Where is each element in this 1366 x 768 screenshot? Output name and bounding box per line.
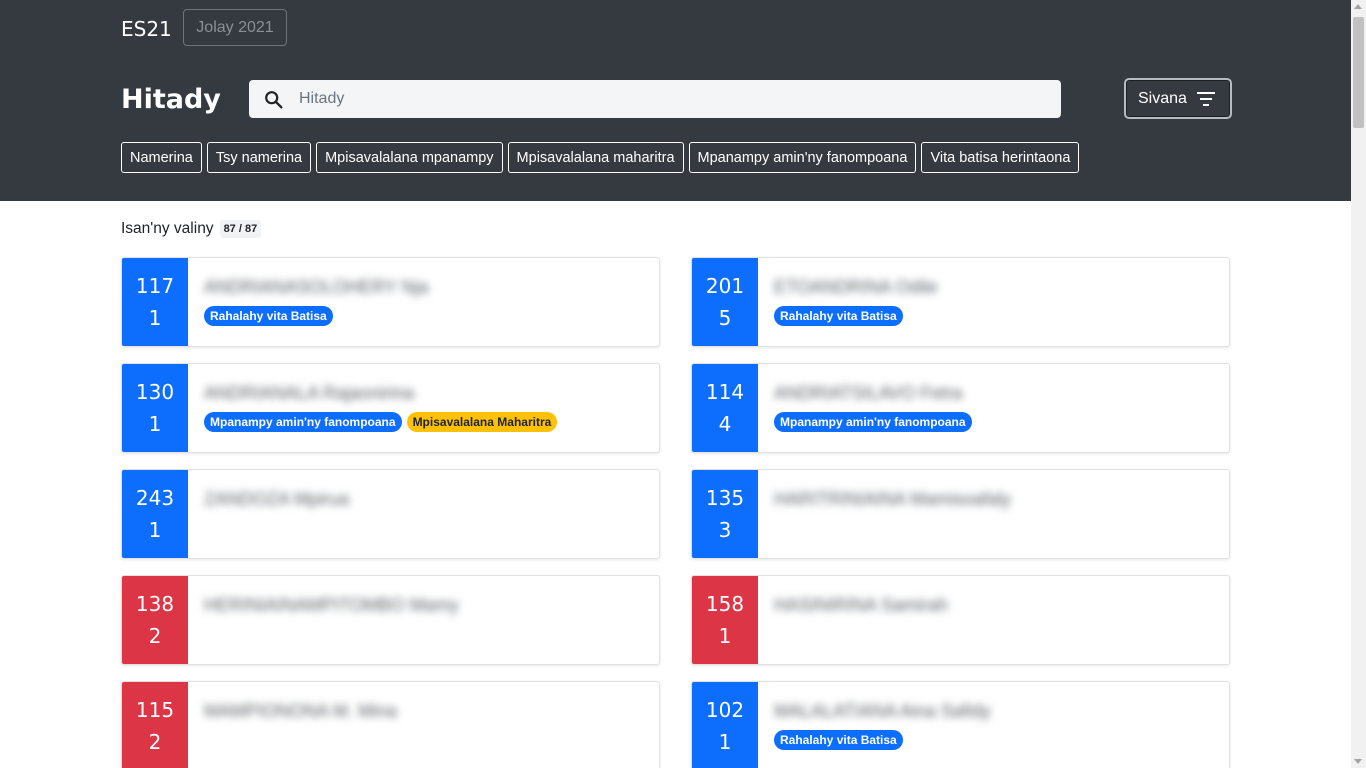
person-card[interactable]: 130 1 ANDRIANALA Rajaonirina Mpanampy amin'… xyxy=(121,363,660,453)
card-subnumber: 1 xyxy=(148,412,162,436)
filter-chip[interactable]: Mpanampy amin'ny fanompoana xyxy=(688,142,917,173)
person-name: MALALATIANA Aina Safidy xyxy=(774,701,991,721)
person-card[interactable]: 117 1 ANDRIANASOLOHERY Nja Rahalahy vita Ba… xyxy=(121,257,660,347)
top-navbar: ES21 Jolay 2021 xyxy=(0,0,1351,56)
card-subnumber: 2 xyxy=(148,624,162,648)
person-card[interactable]: 114 4 ANDRIATSILAVO Fetra Mpanampy amin'ny … xyxy=(691,363,1230,453)
filter-chip[interactable]: Mpisavalalana mpanampy xyxy=(316,142,503,173)
card-body: HARITRINIAINA Mamisoafaly xyxy=(774,486,1219,512)
card-number: 138 xyxy=(135,592,175,616)
card-number: 102 xyxy=(705,698,745,722)
page-title: Hitady xyxy=(121,84,221,115)
person-name: HERINIAINAMPITOMBO Mamy xyxy=(204,595,459,615)
card-number: 117 xyxy=(135,274,175,298)
card-number-block: 114 4 xyxy=(692,364,758,452)
status-badge: Mpanampy amin'ny fanompoana xyxy=(774,412,972,432)
person-card[interactable]: 115 2 MAMPIONONA M. Mina xyxy=(121,681,660,768)
search-icon xyxy=(265,91,283,109)
card-number-block: 115 2 xyxy=(122,682,188,768)
brand-logo[interactable]: ES21 xyxy=(121,17,172,41)
card-number: 130 xyxy=(135,380,175,404)
badge-list: Rahalahy vita Batisa xyxy=(774,730,1219,750)
card-body: ANDRIATSILAVO Fetra Mpanampy amin'ny fano… xyxy=(774,380,1219,432)
period-button[interactable]: Jolay 2021 xyxy=(183,9,287,46)
person-card[interactable]: 102 1 MALALATIANA Aina Safidy Rahalahy vita… xyxy=(691,681,1230,768)
card-body: MAMPIONONA M. Mina xyxy=(204,698,649,724)
scroll-up-arrow-icon[interactable] xyxy=(1354,4,1362,9)
badge-list: Mpanampy amin'ny fanompoana xyxy=(774,412,1219,432)
filter-chip[interactable]: Mpisavalalana maharitra xyxy=(507,142,684,173)
card-number-block: 201 5 xyxy=(692,258,758,346)
card-number: 115 xyxy=(135,698,175,722)
badge-list: Mpanampy amin'ny fanompoana Mpisavalalana… xyxy=(204,412,649,432)
card-subnumber: 3 xyxy=(718,518,732,542)
vertical-scrollbar[interactable] xyxy=(1351,0,1366,768)
results-count-badge: 87 / 87 xyxy=(219,220,262,238)
card-number-block: 102 1 xyxy=(692,682,758,768)
search-input[interactable] xyxy=(299,80,1039,118)
results-label: Isan'ny valiny xyxy=(121,220,214,237)
search-section: Hitady Sivana NamerinaTsy namerinaMpisav… xyxy=(0,56,1351,201)
person-name: MAMPIONONA M. Mina xyxy=(204,701,398,721)
card-number-block: 117 1 xyxy=(122,258,188,346)
card-subnumber: 1 xyxy=(148,518,162,542)
card-number-block: 243 1 xyxy=(122,470,188,558)
person-card[interactable]: 138 2 HERINIAINAMPITOMBO Mamy xyxy=(121,575,660,665)
card-number-block: 130 1 xyxy=(122,364,188,452)
person-card[interactable]: 201 5 ETOANDRINA Odile Rahalahy vita Batisa xyxy=(691,257,1230,347)
card-body: HASINIRINA Samirah xyxy=(774,592,1219,618)
card-number-block: 138 2 xyxy=(122,576,188,664)
card-subnumber: 1 xyxy=(718,730,732,754)
status-badge: Mpanampy amin'ny fanompoana xyxy=(204,412,402,432)
card-number: 135 xyxy=(705,486,745,510)
badge-list: Rahalahy vita Batisa xyxy=(774,306,1219,326)
card-number: 243 xyxy=(135,486,175,510)
person-name: HARITRINIAINA Mamisoafaly xyxy=(774,489,1012,509)
filter-chips: Namerina Tsy namerina Mpisavalalana mpanam… xyxy=(121,142,1080,173)
card-body: ZANDOZA Mpirua xyxy=(204,486,649,512)
card-body: HERINIAINAMPITOMBO Mamy xyxy=(204,592,649,618)
card-number-block: 135 3 xyxy=(692,470,758,558)
status-badge: Rahalahy vita Batisa xyxy=(204,306,333,326)
person-card[interactable]: 158 1 HASINIRINA Samirah xyxy=(691,575,1230,665)
badge-list: Rahalahy vita Batisa xyxy=(204,306,649,326)
person-name: ANDRIATSILAVO Fetra xyxy=(774,383,963,403)
card-subnumber: 5 xyxy=(718,306,732,330)
filter-chip[interactable]: Tsy namerina xyxy=(206,142,312,173)
card-number: 158 xyxy=(705,592,745,616)
person-name: ANDRIANASOLOHERY Nja xyxy=(204,277,429,297)
filter-button[interactable]: Sivana xyxy=(1124,78,1232,119)
card-subnumber: 4 xyxy=(718,412,732,436)
filter-chip[interactable]: Namerina xyxy=(121,142,202,173)
person-name: HASINIRINA Samirah xyxy=(774,595,949,615)
filter-chip[interactable]: Vita batisa herintaona xyxy=(921,142,1080,173)
card-subnumber: 1 xyxy=(148,306,162,330)
card-subnumber: 2 xyxy=(148,730,162,754)
filter-button-label: Sivana xyxy=(1138,89,1187,107)
card-subnumber: 1 xyxy=(718,624,732,648)
status-badge: Rahalahy vita Batisa xyxy=(774,730,903,750)
person-card[interactable]: 243 1 ZANDOZA Mpirua xyxy=(121,469,660,559)
search-box[interactable] xyxy=(249,80,1061,118)
person-name: ZANDOZA Mpirua xyxy=(204,489,350,509)
card-body: ANDRIANASOLOHERY Nja Rahalahy vita Batisa xyxy=(204,274,649,326)
person-name: ETOANDRINA Odile xyxy=(774,277,938,297)
card-body: ANDRIANALA Rajaonirina Mpanampy amin'ny f… xyxy=(204,380,649,432)
card-number-block: 158 1 xyxy=(692,576,758,664)
card-number: 201 xyxy=(705,274,745,298)
person-card[interactable]: 135 3 HARITRINIAINA Mamisoafaly xyxy=(691,469,1230,559)
filter-icon xyxy=(1197,92,1215,106)
results-summary: Isan'ny valiny 87 / 87 xyxy=(121,220,262,238)
scroll-thumb[interactable] xyxy=(1353,17,1364,128)
card-body: MALALATIANA Aina Safidy Rahalahy vita Bat… xyxy=(774,698,1219,750)
scroll-down-arrow-icon[interactable] xyxy=(1354,759,1362,764)
status-badge: Rahalahy vita Batisa xyxy=(774,306,903,326)
status-badge: Mpisavalalana Maharitra xyxy=(406,412,558,432)
card-number: 114 xyxy=(705,380,745,404)
person-name: ANDRIANALA Rajaonirina xyxy=(204,383,415,403)
card-body: ETOANDRINA Odile Rahalahy vita Batisa xyxy=(774,274,1219,326)
